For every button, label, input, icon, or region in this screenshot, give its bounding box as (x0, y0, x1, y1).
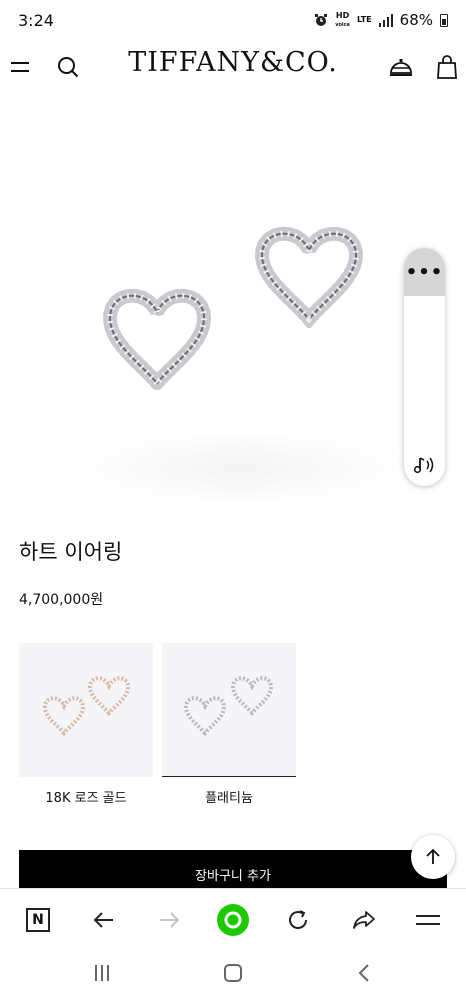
image-backdrop (60, 428, 420, 508)
battery-percent: 68% (399, 11, 433, 29)
alarm-icon (315, 14, 328, 26)
signal-icon (378, 13, 393, 27)
site-header: TIFFANY&CO. (0, 40, 466, 94)
green-dot-button[interactable] (215, 902, 251, 938)
variant-thumbnail (19, 643, 153, 777)
variant-label: 18K 로즈 골드 (45, 791, 127, 806)
home-icon (224, 964, 242, 982)
more-options-icon[interactable]: ••• (404, 248, 445, 296)
search-icon[interactable] (54, 53, 82, 81)
system-back-button[interactable] (349, 960, 379, 986)
recent-apps-button[interactable] (87, 960, 117, 986)
menu-button[interactable] (410, 902, 446, 938)
hamburger-icon (416, 915, 440, 925)
product-title: 하트 이어링 (19, 540, 123, 564)
shopping-bag-icon[interactable] (433, 53, 461, 81)
refresh-button[interactable] (280, 902, 316, 938)
platinum-earrings-image (183, 676, 274, 737)
status-icons: HD voice LTE 68% (314, 11, 448, 29)
heart-earring-left (102, 288, 212, 393)
chevron-left-icon (358, 964, 369, 982)
arrow-left-icon (93, 912, 113, 928)
forward-button[interactable] (151, 902, 187, 938)
share-button[interactable] (346, 902, 382, 938)
naver-icon: N (26, 908, 50, 932)
variant-thumbnail (162, 643, 296, 777)
home-button[interactable] (218, 960, 248, 986)
green-dot-icon (217, 904, 249, 936)
system-nav-bar (0, 948, 466, 1000)
scroll-to-top-button[interactable] (411, 835, 455, 879)
status-time: 3:24 (18, 10, 54, 30)
share-icon (353, 911, 375, 929)
product-price: 4,700,000원 (19, 592, 104, 608)
browser-toolbar: N (0, 888, 466, 948)
sound-icon[interactable] (404, 450, 445, 480)
product-image[interactable] (0, 98, 466, 518)
menu-icon[interactable] (6, 53, 34, 81)
status-bar: 3:24 HD voice LTE 68% (0, 0, 466, 40)
back-button[interactable] (86, 902, 122, 938)
heart-earring-right (254, 226, 364, 328)
arrow-right-icon (160, 912, 180, 928)
concierge-bell-icon[interactable] (387, 53, 415, 81)
variant-label: 플래티늄 (205, 791, 253, 806)
rose-gold-earrings-image (42, 676, 131, 737)
refresh-icon (289, 910, 307, 929)
naver-home-button[interactable]: N (20, 902, 56, 938)
hd-voice-indicator: HD voice (335, 10, 350, 28)
floating-side-panel[interactable]: ••• (404, 248, 445, 486)
recent-apps-icon (95, 965, 109, 981)
lte-indicator: LTE (356, 15, 372, 24)
variant-platinum[interactable]: 플래티늄 (162, 643, 296, 808)
battery-icon (440, 13, 448, 27)
arrow-up-icon (426, 848, 440, 864)
variant-rose-gold[interactable]: 18K 로즈 골드 (19, 643, 153, 808)
